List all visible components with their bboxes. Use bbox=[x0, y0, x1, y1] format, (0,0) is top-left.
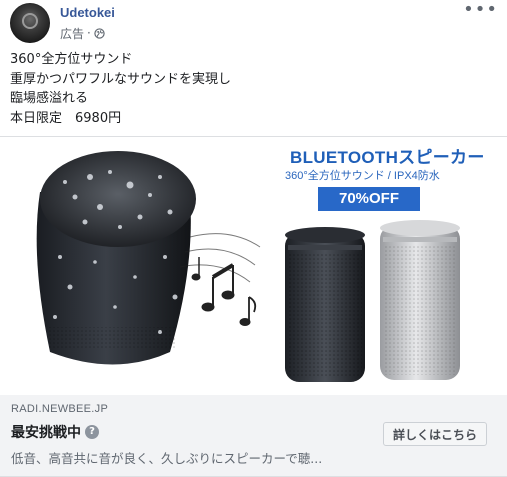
post-message: 360°全方位サウンド 重厚かつパワフルなサウンドを実現し 臨場感溢れる 本日限… bbox=[10, 50, 490, 128]
link-domain: RADI.NEWBEE.JP bbox=[11, 403, 109, 415]
headline-text: 最安挑戦中 bbox=[11, 425, 81, 441]
sponsored-label[interactable]: 広告 bbox=[60, 25, 84, 42]
discount-badge: 70%OFF bbox=[318, 187, 420, 211]
learn-more-button[interactable]: 詳しくはこちら bbox=[383, 422, 487, 446]
more-horizontal-icon[interactable]: ••• bbox=[463, 1, 498, 19]
message-line: 臨場感溢れる bbox=[10, 91, 89, 106]
music-notes-decoration bbox=[179, 233, 261, 326]
globe-icon[interactable] bbox=[94, 27, 105, 39]
link-headline[interactable]: 最安挑戦中 ? bbox=[11, 422, 99, 442]
silver-speaker-product bbox=[380, 220, 460, 380]
post-header: Udetokei 広告 · ••• bbox=[10, 1, 500, 43]
message-line: 360°全方位サウンド bbox=[10, 52, 133, 67]
ad-image[interactable]: BLUETOOTHスピーカー 360°全方位サウンド / IPX4防水 70%O… bbox=[0, 137, 507, 395]
black-speaker-product bbox=[285, 227, 365, 382]
question-icon[interactable]: ? bbox=[85, 425, 99, 439]
message-line: 重厚かつパワフルなサウンドを実現し bbox=[10, 71, 232, 87]
wet-speaker-image bbox=[36, 151, 196, 365]
post-meta: 広告 · bbox=[60, 25, 105, 41]
ad-post: Udetokei 広告 · ••• 360°全方位サウンド 重厚かつパワフルなサ… bbox=[0, 0, 507, 477]
link-description: 低音、高音共に音が良く、久しぶりにスピーカーで聴... bbox=[11, 451, 323, 466]
meta-separator: · bbox=[87, 26, 91, 40]
message-line: 本日限定 6980円 bbox=[10, 110, 122, 126]
page-name-link[interactable]: Udetokei bbox=[60, 5, 115, 20]
promo-subtitle: 360°全方位サウンド / IPX4防水 bbox=[285, 170, 440, 182]
link-preview[interactable]: RADI.NEWBEE.JP 最安挑戦中 ? 低音、高音共に音が良く、久しぶりに… bbox=[0, 395, 507, 476]
promo-title: BLUETOOTHスピーカー bbox=[290, 148, 485, 167]
page-avatar[interactable] bbox=[10, 3, 50, 43]
